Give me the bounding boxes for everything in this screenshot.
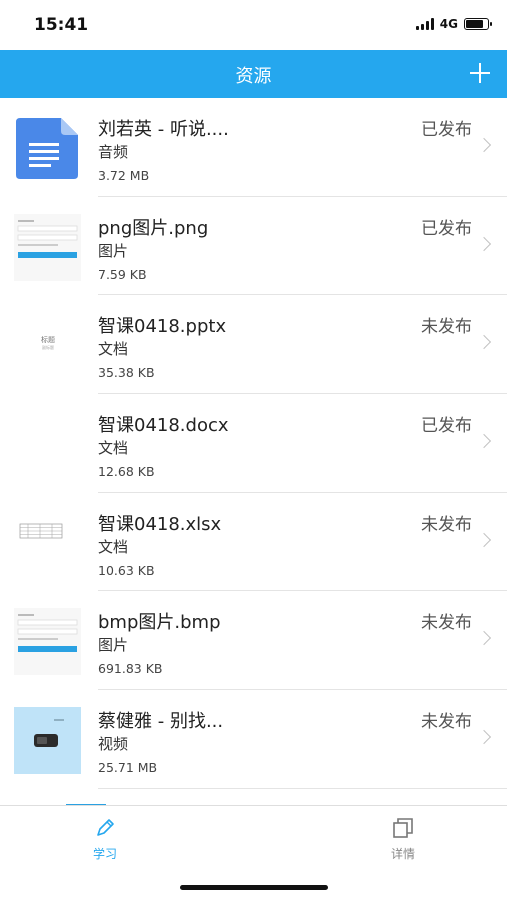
slide-thumbnail: 标题 副标题 — [14, 312, 81, 380]
resource-status: 未发布 — [421, 613, 472, 634]
resource-name: 智课0418.xlsx — [98, 513, 222, 535]
pencil-icon — [97, 819, 114, 836]
resource-type: 音频 — [98, 143, 129, 161]
battery-icon — [464, 18, 492, 30]
status-bar: 15:41 4G — [0, 0, 507, 50]
resource-status: 已发布 — [421, 218, 472, 239]
resource-item[interactable]: 蔡健雅 - 别找... 视频 25.71 MB 未发布 — [0, 690, 507, 789]
resource-item[interactable]: png图片.png 图片 7.59 KB 已发布 — [0, 197, 507, 296]
page-title: 资源 — [235, 66, 272, 87]
status-indicators: 4G — [415, 17, 492, 31]
resource-name: 智课0418.pptx — [98, 316, 227, 338]
plus-icon[interactable] — [467, 60, 493, 86]
signal-icon — [415, 18, 434, 30]
resource-status: 已发布 — [421, 120, 472, 140]
tab-label: 详情 — [390, 847, 415, 861]
status-time: 15:41 — [34, 15, 89, 35]
resource-type: 文档 — [98, 340, 129, 359]
resource-name: 刘若英 - 听说.... — [98, 119, 229, 140]
resource-size: 10.63 KB — [98, 562, 155, 578]
tab-detail[interactable]: 详情 — [363, 816, 443, 862]
image-thumbnail — [14, 608, 81, 676]
document-icon — [14, 115, 81, 182]
resource-size: 12.68 KB — [98, 464, 155, 480]
home-indicator — [180, 885, 328, 890]
resource-size: 35.38 KB — [98, 365, 155, 381]
tab-learn[interactable]: 学习 — [65, 816, 145, 862]
resource-status: 未发布 — [421, 317, 472, 338]
resource-item[interactable]: 智课0418.xlsx 文档 10.63 KB 未发布 — [0, 493, 507, 592]
chevron-right-icon — [476, 433, 492, 449]
chevron-right-icon — [476, 532, 492, 547]
resource-list: 刘若英 - 听说.... 音频 3.72 MB 已发布 png图片.png 图片… — [0, 98, 507, 805]
tab-bar: 学习 详情 — [0, 805, 507, 900]
partial-list-item — [0, 791, 507, 805]
resource-size: 691.83 KB — [98, 661, 163, 677]
resource-type: 文档 — [98, 439, 129, 458]
resource-size: 25.71 MB — [98, 760, 158, 776]
network-type: 4G — [439, 17, 458, 31]
resource-name: 智课0418.docx — [98, 415, 229, 437]
resource-type: 图片 — [98, 636, 129, 655]
image-thumbnail — [14, 213, 81, 281]
chevron-right-icon — [476, 335, 492, 350]
resource-type: 视频 — [98, 735, 129, 754]
resource-item[interactable]: 标题 副标题 智课0418.pptx 文档 35.38 KB 未发布 — [0, 295, 507, 395]
chevron-right-icon — [476, 730, 492, 745]
slide-subtitle-text: 副标题 — [42, 344, 54, 350]
tab-label: 学习 — [92, 847, 117, 861]
chevron-right-icon — [476, 631, 492, 646]
resource-item[interactable]: bmp图片.bmp 图片 691.83 KB 未发布 — [0, 591, 507, 691]
resource-size: 3.72 MB — [98, 168, 150, 183]
resource-item[interactable]: 刘若英 - 听说.... 音频 3.72 MB 已发布 — [0, 98, 507, 197]
copy-icon — [393, 818, 413, 838]
resource-type: 文档 — [98, 537, 129, 556]
spreadsheet-thumbnail — [14, 510, 81, 577]
resource-name: 蔡健雅 - 别找... — [98, 711, 224, 733]
resource-item[interactable]: 智课0418.docx 文档 12.68 KB 已发布 — [0, 394, 507, 493]
resource-size: 7.59 KB — [98, 266, 147, 282]
resource-type: 图片 — [98, 241, 129, 260]
resource-status: 未发布 — [421, 712, 472, 733]
divider — [98, 787, 507, 789]
slide-title-text: 标题 — [41, 335, 55, 344]
nav-bar: 资源 — [0, 50, 507, 98]
resource-status: 已发布 — [421, 416, 472, 437]
resource-name: bmp图片.bmp — [98, 612, 221, 634]
resource-name: png图片.png — [98, 217, 209, 239]
resource-status: 未发布 — [421, 514, 472, 535]
chevron-right-icon — [476, 137, 492, 153]
chevron-right-icon — [476, 236, 492, 251]
blank-thumbnail — [14, 411, 81, 478]
video-thumbnail — [14, 707, 81, 775]
